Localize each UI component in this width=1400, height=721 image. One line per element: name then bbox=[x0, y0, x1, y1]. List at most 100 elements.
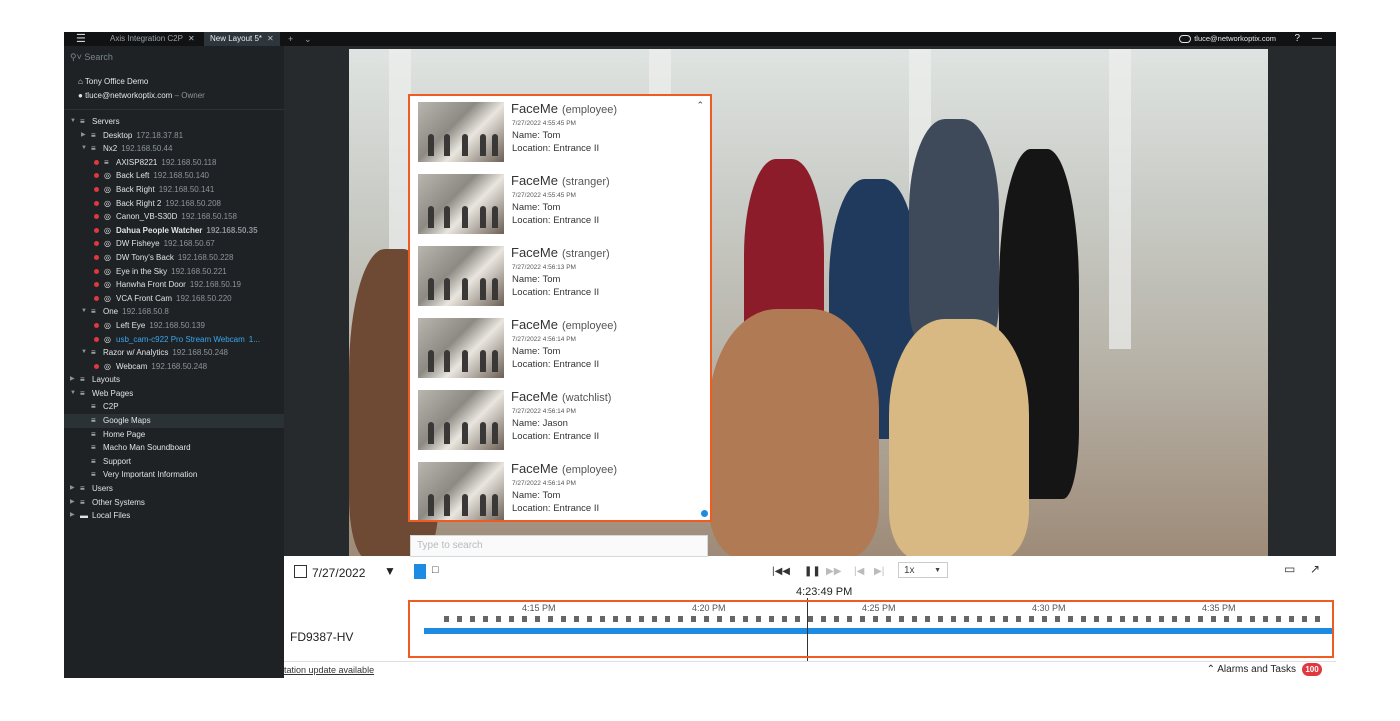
tree-item[interactable]: ▶ ≡ Other Systems bbox=[64, 496, 284, 510]
resource-name: Users bbox=[92, 484, 113, 494]
add-tab-icon[interactable]: + bbox=[288, 32, 293, 46]
tree-item-label: One 192.168.50.8 bbox=[103, 305, 169, 319]
tree-item[interactable]: ◎ Dahua People Watcher 192.168.50.35 bbox=[64, 224, 284, 238]
tree-item[interactable]: ◎ Canon_VB-S30D 192.168.50.158 bbox=[64, 210, 284, 224]
resource-name: DW Tony's Back bbox=[116, 252, 174, 262]
calendar-button[interactable]: 7/27/2022 bbox=[294, 565, 365, 580]
tree-item[interactable]: ◎ Hanwha Front Door 192.168.50.19 bbox=[64, 278, 284, 292]
tree-item[interactable]: ≡ Very Important Information bbox=[64, 468, 284, 482]
expand-arrow-icon[interactable]: ▶ bbox=[70, 482, 78, 496]
resource-name: Left Eye bbox=[116, 320, 146, 330]
tabs-dropdown-icon[interactable]: ⌄ bbox=[304, 32, 312, 46]
camera-name: FD9387-HV bbox=[290, 630, 354, 644]
tree-item-label: Canon_VB-S30D 192.168.50.158 bbox=[116, 210, 237, 224]
status-dot-icon bbox=[94, 282, 99, 288]
help-button[interactable]: ? bbox=[1294, 32, 1300, 46]
tree-item[interactable]: ◎ Back Left 192.168.50.140 bbox=[64, 169, 284, 183]
resource-ip: 1... bbox=[248, 334, 260, 344]
resource-ip: 192.168.50.140 bbox=[153, 171, 209, 181]
close-tab-icon[interactable]: ✕ bbox=[188, 34, 195, 43]
tree-item[interactable]: ▶ ≡ Layouts bbox=[64, 373, 284, 387]
resource-name: Nx2 bbox=[103, 144, 118, 154]
tab-axis-integration[interactable]: Axis Integration C2P ✕ bbox=[104, 32, 201, 46]
collapse-arrow-icon[interactable]: ▼ bbox=[70, 387, 78, 401]
web-page-icon: ≡ bbox=[91, 456, 96, 466]
tree-item[interactable]: ◎ usb_cam-c922 Pro Stream Webcam 1... bbox=[64, 333, 284, 347]
tree-item[interactable]: ▼ ≡ Nx2 192.168.50.44 bbox=[64, 142, 284, 156]
tree-item[interactable]: ≡ Google Maps bbox=[64, 414, 284, 428]
tree-item[interactable]: ◎ Back Right 2 192.168.50.208 bbox=[64, 197, 284, 211]
event-search-input[interactable]: Type to search bbox=[410, 535, 708, 557]
resource-ip: 192.168.50.228 bbox=[177, 252, 234, 262]
status-dot-icon bbox=[94, 363, 99, 369]
tree-item[interactable]: ≡ Macho Man Soundboard bbox=[64, 441, 284, 455]
tree-item-label: Webcam 192.168.50.248 bbox=[116, 360, 207, 374]
export-icon[interactable]: ↗ bbox=[1310, 562, 1320, 576]
close-tab-icon[interactable]: ✕ bbox=[267, 34, 274, 43]
system-name[interactable]: ⌂ Tony Office Demo bbox=[78, 77, 148, 86]
resource-name: DW Fisheye bbox=[116, 239, 160, 249]
tree-item[interactable]: ▼ ≡ Servers bbox=[64, 115, 284, 129]
tab-new-layout[interactable]: New Layout 5* ✕ bbox=[204, 32, 280, 46]
prev-frame-icon[interactable]: |◀ bbox=[854, 566, 864, 577]
add-bookmark-icon[interactable]: □ bbox=[432, 564, 439, 576]
camera-icon: ◎ bbox=[104, 361, 111, 371]
tree-item[interactable]: ▼ ≡ Web Pages bbox=[64, 387, 284, 401]
tree-item[interactable]: ▶ ▬ Local Files bbox=[64, 509, 284, 523]
tree-item[interactable]: ▼ ≡ One 192.168.50.8 bbox=[64, 305, 284, 319]
fast-forward-icon[interactable]: ▶▶ bbox=[826, 566, 841, 577]
tree-item[interactable]: ▶ ≡ Users bbox=[64, 482, 284, 496]
next-frame-icon[interactable]: ▶| bbox=[874, 566, 884, 577]
tree-item[interactable]: ◎ Webcam 192.168.50.248 bbox=[64, 360, 284, 374]
current-user[interactable]: ● tluce@networkoptix.com – Owner bbox=[78, 91, 205, 100]
web-page-icon: ≡ bbox=[91, 443, 96, 453]
status-dot-icon bbox=[94, 173, 99, 179]
expand-timeline-icon[interactable]: ▭ bbox=[1284, 562, 1295, 576]
tree-item-label: Macho Man Soundboard bbox=[103, 441, 191, 455]
tree-item-label: Nx2 192.168.50.44 bbox=[103, 142, 172, 156]
resource-name: Other Systems bbox=[92, 497, 145, 507]
other-systems-icon: ≡ bbox=[80, 497, 85, 507]
bookmarks-toggle-icon[interactable] bbox=[414, 564, 426, 579]
web-page-icon: ≡ bbox=[91, 429, 96, 439]
tree-item[interactable]: ≡ C2P bbox=[64, 400, 284, 414]
collapse-arrow-icon[interactable]: ▼ bbox=[81, 305, 89, 319]
update-available-link[interactable]: tation update available bbox=[284, 665, 374, 675]
status-dot-icon bbox=[94, 295, 99, 301]
minimize-button[interactable]: — bbox=[1312, 32, 1322, 46]
tree-item[interactable]: ≡ AXISP8221 192.168.50.118 bbox=[64, 156, 284, 170]
tree-item[interactable]: ◎ DW Tony's Back 192.168.50.228 bbox=[64, 251, 284, 265]
tree-item[interactable]: ◎ Eye in the Sky 192.168.50.221 bbox=[64, 265, 284, 279]
skip-back-icon[interactable]: |◀◀ bbox=[772, 566, 790, 577]
tree-item[interactable]: ≡ Home Page bbox=[64, 428, 284, 442]
highlight-box-results bbox=[408, 94, 712, 522]
pause-icon[interactable]: ❚❚ bbox=[804, 566, 821, 577]
status-dot-icon bbox=[94, 268, 99, 274]
expand-arrow-icon[interactable]: ▶ bbox=[70, 509, 78, 523]
collapse-arrow-icon[interactable]: ▼ bbox=[70, 115, 78, 129]
resource-ip: 192.168.50.19 bbox=[189, 280, 241, 290]
cloud-account[interactable]: tluce@networkoptix.com bbox=[1179, 32, 1276, 46]
chevron-down-icon: ▼ bbox=[934, 567, 941, 574]
filter-icon[interactable]: ▼ bbox=[384, 564, 396, 578]
tree-item[interactable]: ≡ Support bbox=[64, 455, 284, 469]
status-dot-icon bbox=[94, 254, 99, 260]
main-menu-icon[interactable]: ☰ bbox=[76, 33, 90, 45]
tree-item[interactable]: ◎ Left Eye 192.168.50.139 bbox=[64, 319, 284, 333]
status-dot-icon bbox=[94, 159, 99, 165]
resource-search[interactable]: ⚲˅ Search bbox=[70, 52, 113, 63]
expand-arrow-icon[interactable]: ▶ bbox=[70, 496, 78, 510]
tree-item[interactable]: ◎ VCA Front Cam 192.168.50.220 bbox=[64, 292, 284, 306]
video-person bbox=[889, 319, 1029, 556]
expand-arrow-icon[interactable]: ▶ bbox=[70, 373, 78, 387]
expand-arrow-icon[interactable]: ▶ bbox=[81, 129, 89, 143]
collapse-arrow-icon[interactable]: ▼ bbox=[81, 142, 89, 156]
user-icon: ● bbox=[78, 91, 83, 100]
tree-item[interactable]: ◎ DW Fisheye 192.168.50.67 bbox=[64, 237, 284, 251]
tree-item[interactable]: ◎ Back Right 192.168.50.141 bbox=[64, 183, 284, 197]
tree-item[interactable]: ▶ ≡ Desktop 172.18.37.81 bbox=[64, 129, 284, 143]
collapse-arrow-icon[interactable]: ▼ bbox=[81, 346, 89, 360]
tree-item[interactable]: ▼ ≡ Razor w/ Analytics 192.168.50.248 bbox=[64, 346, 284, 360]
speed-select[interactable]: 1x ▼ bbox=[898, 562, 948, 578]
alarms-and-tasks-button[interactable]: ⌃ Alarms and Tasks bbox=[1207, 664, 1296, 675]
